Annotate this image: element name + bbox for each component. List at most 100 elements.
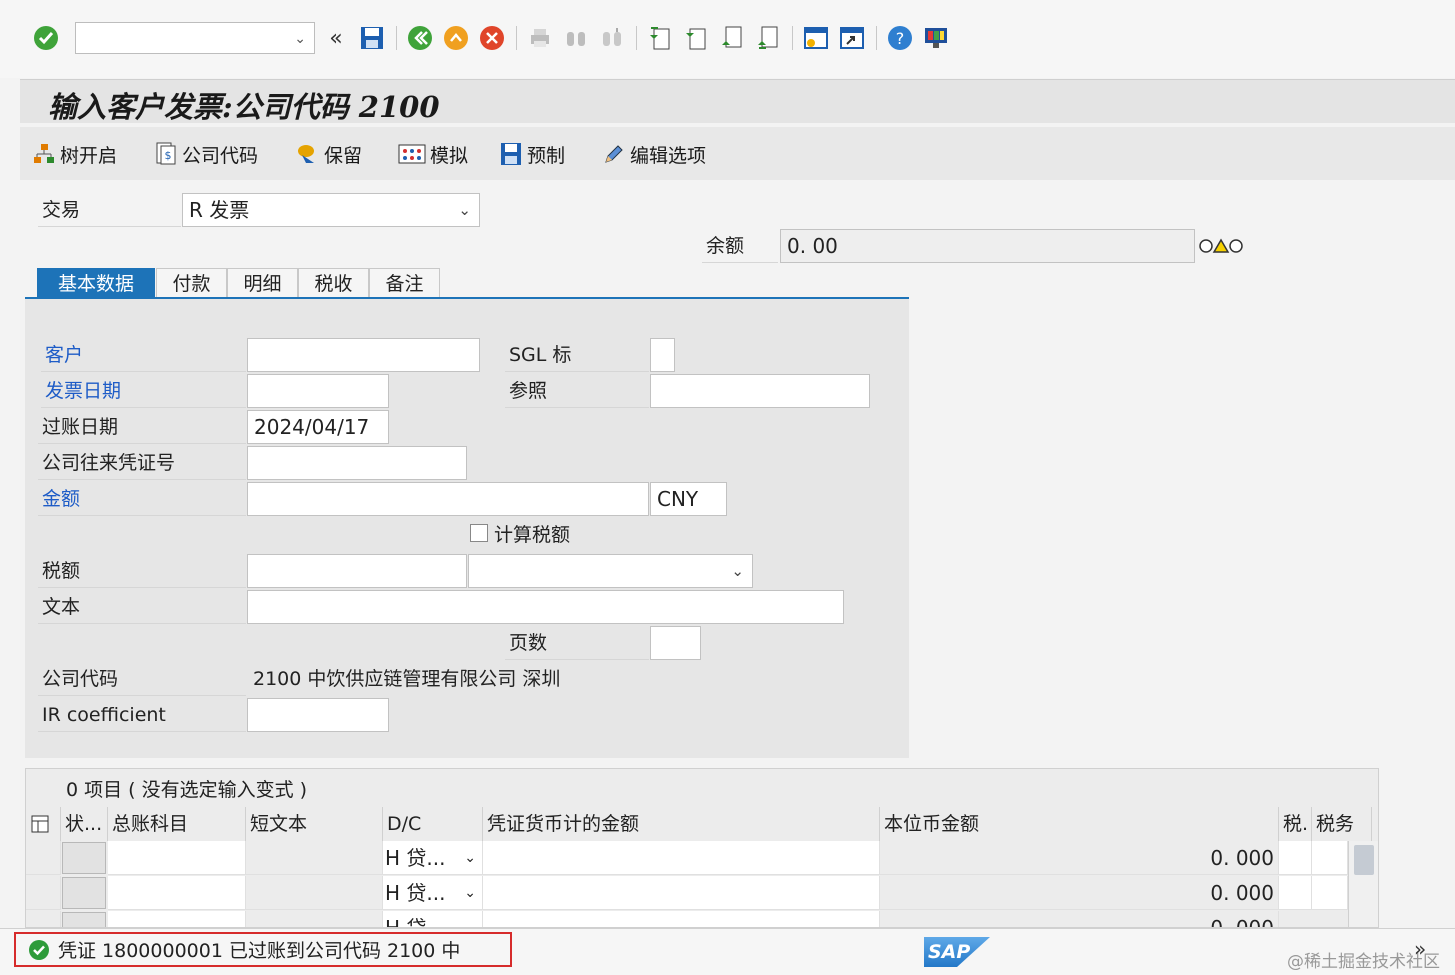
col-doc-currency-amount[interactable]: 凭证货币计的金额 [483, 807, 880, 841]
chevron-down-icon[interactable]: ⌄ [294, 31, 306, 47]
col-short-text[interactable]: 短文本 [246, 807, 383, 841]
gl-account-cell[interactable] [108, 841, 246, 875]
gl-account-cell[interactable] [108, 876, 246, 910]
pages-input[interactable] [650, 626, 701, 660]
line-items-table: 0 项目 ( 没有选定输入变式 ) 状... 总账科目 短文本 D/C 凭证货币… [25, 768, 1379, 928]
status-message: 凭证 1800000001 已过账到公司代码 2100 中 [58, 940, 461, 962]
dc-select-cell[interactable]: H 贷... ⌄ [383, 876, 483, 910]
tab-tax[interactable]: 税收 [298, 268, 369, 298]
tab-payment[interactable]: 付款 [156, 268, 227, 298]
tax-code-cell[interactable] [1279, 876, 1312, 910]
short-text-cell[interactable] [246, 876, 383, 910]
reference-input[interactable] [650, 374, 870, 408]
transaction-select[interactable]: R 发票 ⌄ [182, 193, 480, 227]
row-selector[interactable] [26, 841, 61, 875]
chevron-down-icon[interactable]: ⌄ [458, 194, 471, 226]
tree-on-button[interactable]: 树开启 [32, 141, 117, 167]
hold-label: 保留 [324, 144, 363, 167]
first-page-icon[interactable] [646, 24, 674, 52]
balance-value: 0. 00 [787, 234, 838, 258]
next-page-icon[interactable] [718, 24, 746, 52]
tax-code-cell[interactable] [1279, 841, 1312, 875]
simulate-button[interactable]: 模拟 [398, 141, 468, 167]
svg-text:$: $ [165, 149, 172, 162]
status-expand-icon[interactable]: » [1414, 937, 1426, 961]
save-icon[interactable] [358, 24, 386, 52]
customer-label[interactable]: 客户 [41, 338, 246, 372]
gl-account-cell[interactable] [108, 911, 246, 927]
dc-select-cell[interactable]: H 贷... [383, 911, 483, 928]
doc-amount-cell[interactable] [483, 876, 880, 910]
svg-text:?: ? [896, 29, 905, 48]
dc-select-cell[interactable]: H 贷... ⌄ [383, 841, 483, 875]
amount-input[interactable] [247, 482, 649, 516]
edit-options-button[interactable]: 编辑选项 [602, 141, 706, 167]
cancel-icon[interactable] [478, 24, 506, 52]
company-code-icon: $ [154, 142, 178, 166]
tax-jurisdiction-cell[interactable] [1312, 876, 1348, 910]
short-text-cell[interactable] [246, 841, 383, 875]
posting-date-input[interactable]: 2024/04/17 [247, 410, 389, 444]
layout-icon[interactable] [922, 24, 950, 52]
col-debit-credit[interactable]: D/C [383, 807, 483, 841]
chevron-down-icon[interactable]: ⌄ [464, 876, 476, 910]
tax-amount-input[interactable] [247, 554, 467, 588]
back-icon[interactable] [406, 24, 434, 52]
tab-details[interactable]: 明细 [227, 268, 298, 298]
command-field[interactable]: ⌄ [75, 22, 315, 54]
short-text-cell[interactable] [246, 911, 383, 927]
doc-amount-cell[interactable] [483, 841, 880, 875]
status-cell[interactable] [62, 877, 106, 909]
text-input[interactable] [247, 590, 844, 624]
shortcut-icon[interactable] [838, 24, 866, 52]
status-message-box[interactable]: 凭证 1800000001 已过账到公司代码 2100 中 [14, 932, 512, 967]
application-toolbar: 树开启 $ 公司代码 保留 模拟 预制 编辑选项 [20, 127, 1455, 180]
park-icon [499, 142, 523, 166]
status-cell[interactable] [62, 912, 106, 927]
tax-jurisdiction-cell[interactable] [1312, 841, 1348, 875]
row-selector[interactable] [26, 911, 61, 927]
vertical-scrollbar[interactable] [1348, 841, 1378, 927]
collapse-icon[interactable]: « [322, 24, 350, 52]
amount-label[interactable]: 金额 [38, 482, 246, 516]
tab-basic-data[interactable]: 基本数据 [37, 268, 155, 298]
park-button[interactable]: 预制 [499, 141, 565, 167]
table-settings-icon[interactable] [26, 807, 61, 841]
print-icon[interactable] [526, 24, 554, 52]
dc-value: H 贷... [385, 846, 446, 870]
col-tax-code[interactable]: 税. [1279, 807, 1312, 841]
hold-button[interactable]: 保留 [296, 141, 362, 167]
last-page-icon[interactable] [754, 24, 782, 52]
invoice-date-input[interactable] [247, 374, 389, 408]
new-session-icon[interactable] [802, 24, 830, 52]
col-tax-jurisdiction[interactable]: 税务 [1312, 807, 1372, 841]
company-code-button[interactable]: $ 公司代码 [154, 141, 258, 167]
chevron-down-icon[interactable]: ⌄ [731, 555, 744, 587]
scrollbar-thumb[interactable] [1354, 845, 1374, 875]
prev-page-icon[interactable] [682, 24, 710, 52]
col-status[interactable]: 状... [61, 807, 108, 841]
col-gl-account[interactable]: 总账科目 [108, 807, 246, 841]
company-code-label: 公司代码 [182, 144, 259, 167]
doc-amount-cell[interactable] [483, 911, 880, 927]
tab-notes[interactable]: 备注 [369, 268, 440, 298]
currency-input[interactable]: CNY [650, 482, 727, 516]
chevron-down-icon[interactable]: ⌄ [464, 841, 476, 875]
cross-cc-number-input[interactable] [247, 446, 467, 480]
calc-tax-checkbox[interactable] [470, 524, 488, 542]
status-cell[interactable] [62, 842, 106, 874]
invoice-date-label[interactable]: 发票日期 [41, 374, 246, 408]
sgl-input[interactable] [650, 338, 675, 372]
row-selector[interactable] [26, 876, 61, 910]
customer-input[interactable] [247, 338, 480, 372]
col-local-amount[interactable]: 本位币金额 [880, 807, 1279, 841]
dc-value: H 贷... [385, 916, 446, 928]
simulate-label: 模拟 [430, 144, 469, 167]
ir-coefficient-input[interactable] [247, 698, 389, 732]
enter-check-icon[interactable] [32, 24, 60, 52]
exit-icon[interactable] [442, 24, 470, 52]
find-icon[interactable] [562, 24, 590, 52]
find-next-icon[interactable] [598, 24, 626, 52]
tax-code-select[interactable]: ⌄ [468, 554, 753, 588]
help-icon[interactable]: ? [886, 24, 914, 52]
